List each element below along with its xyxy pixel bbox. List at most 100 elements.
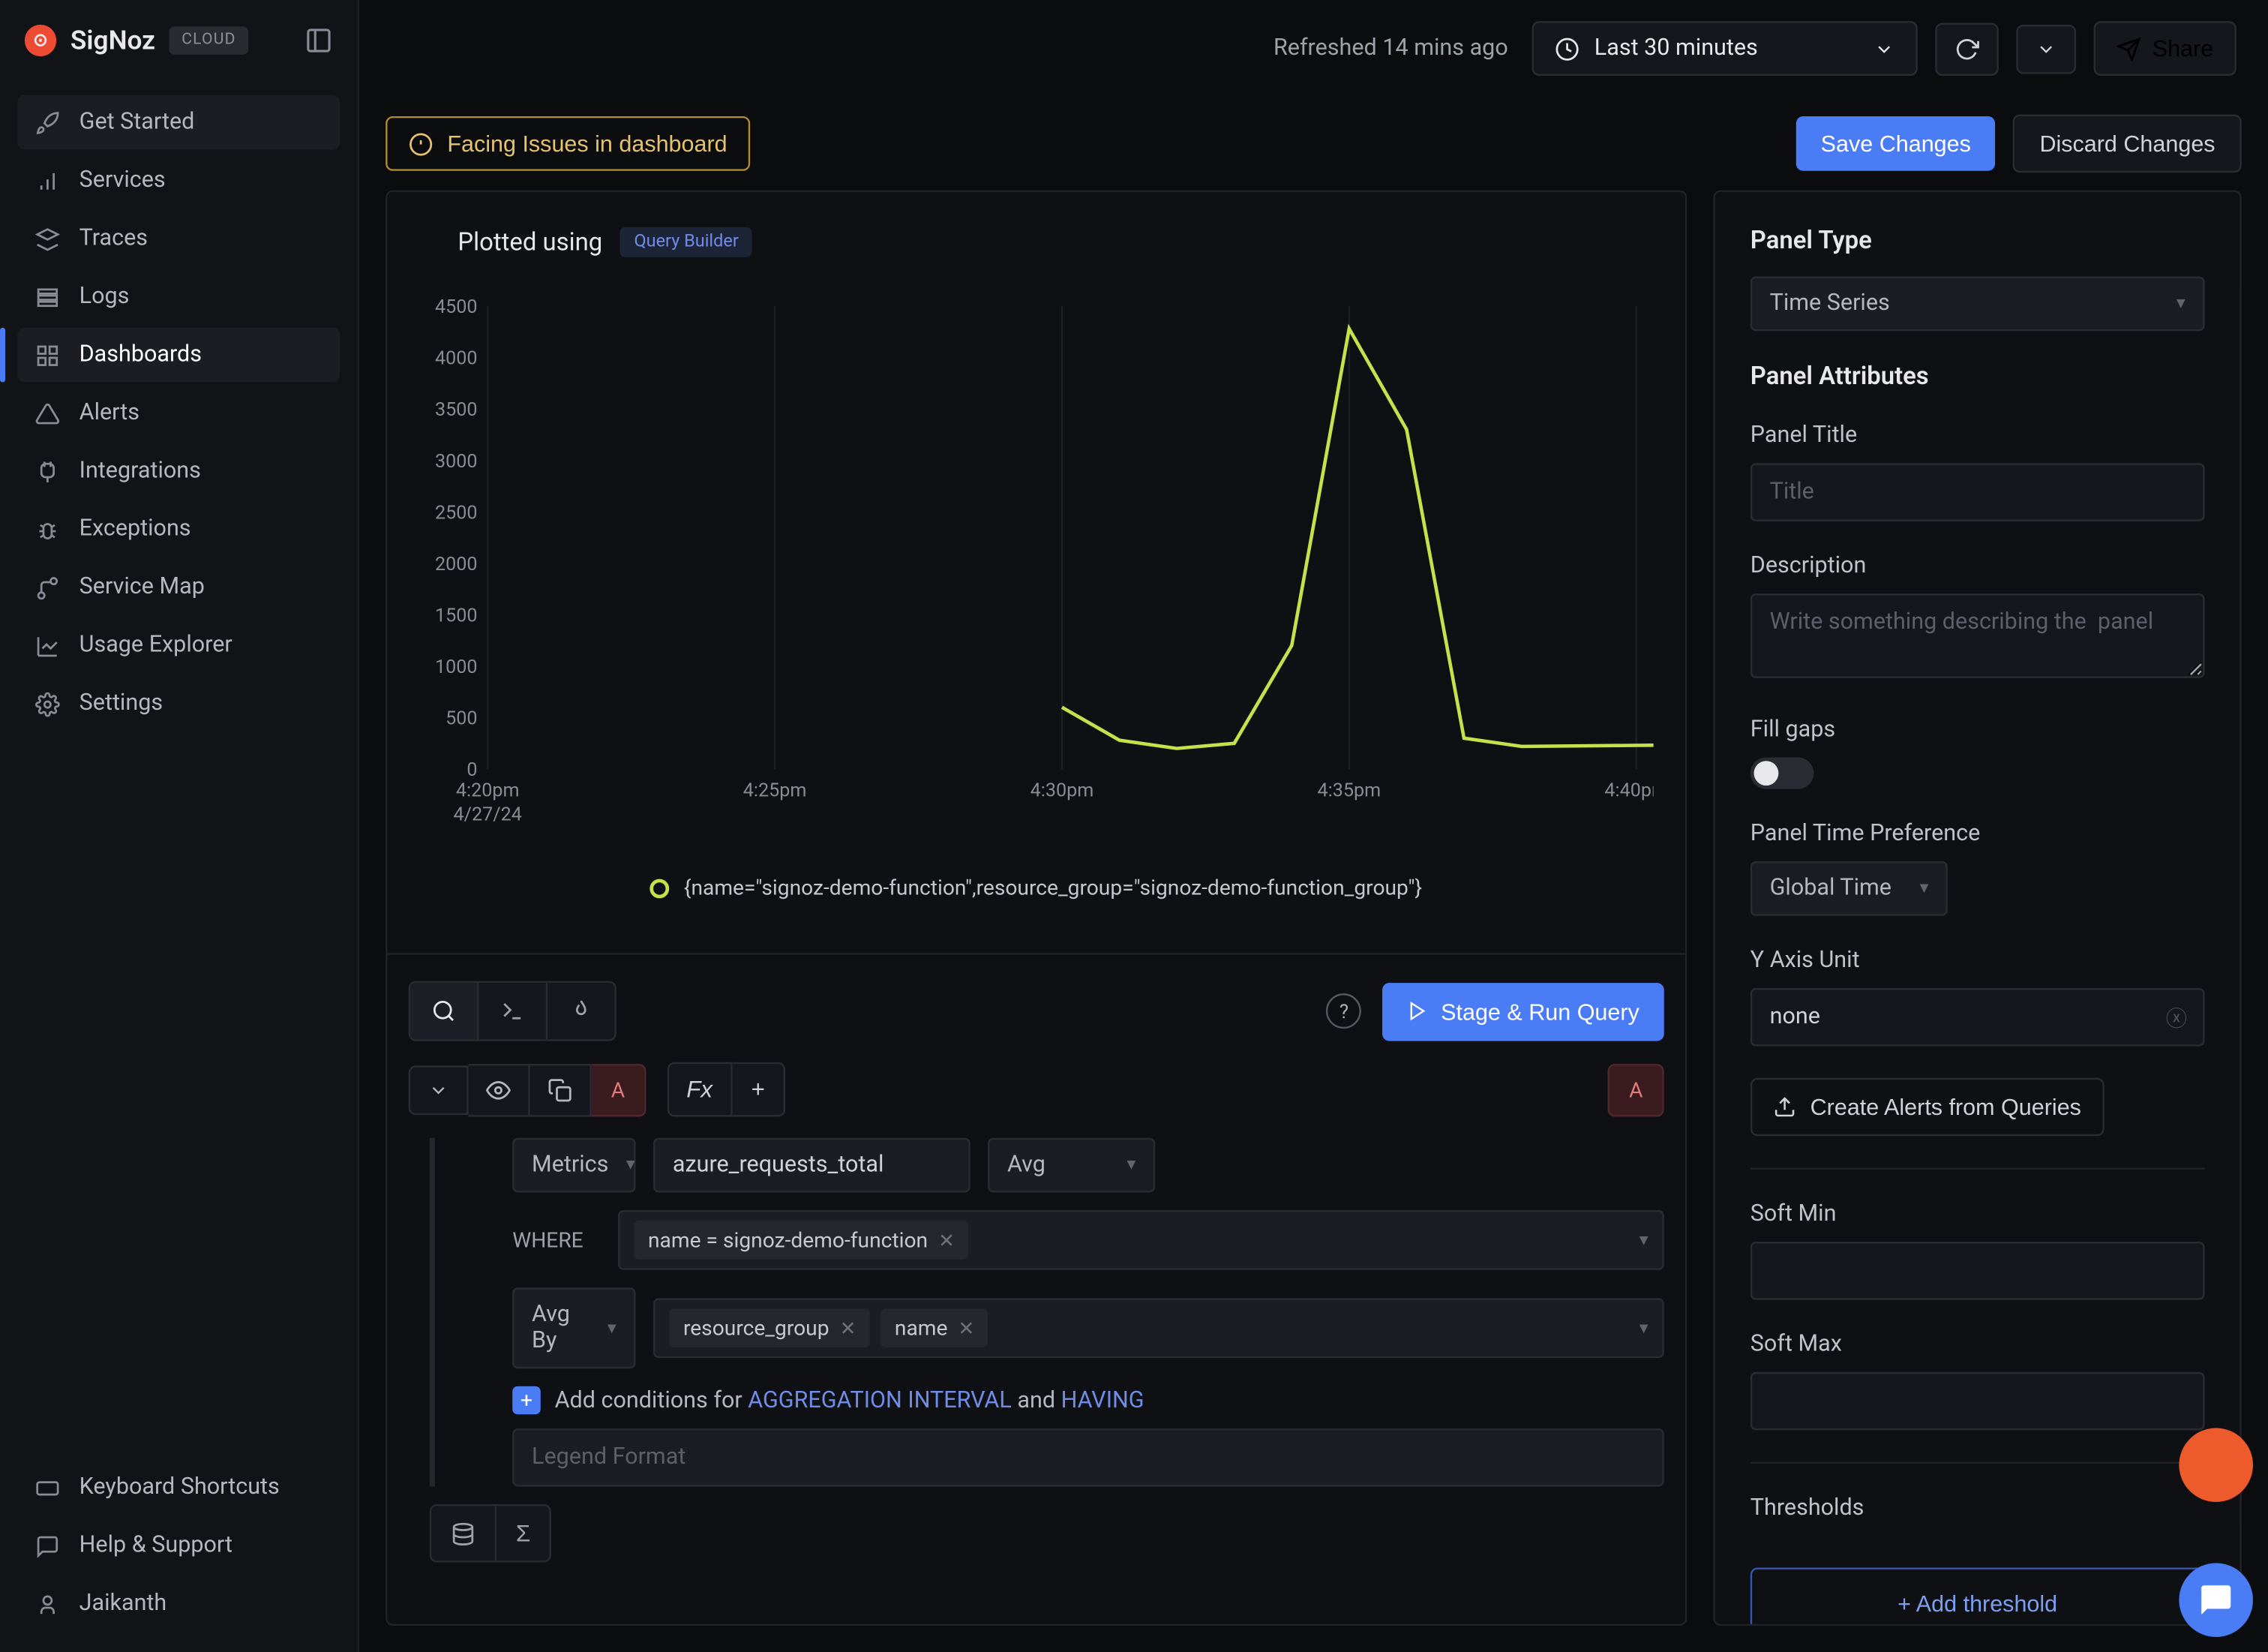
copy-query-button[interactable] — [530, 1064, 592, 1116]
add-conditions-row: + Add conditions for AGGREGATION INTERVA… — [512, 1386, 1664, 1415]
nav-label: Jaikanth — [80, 1590, 167, 1617]
panel-title-input[interactable] — [1750, 463, 2205, 521]
sidebar-item-traces[interactable]: Traces — [17, 212, 340, 266]
route-icon — [35, 575, 60, 600]
metrics-label: Metrics — [532, 1152, 608, 1179]
add-threshold-button[interactable]: + Add threshold — [1750, 1568, 2205, 1626]
y-axis-unit-input[interactable] — [1750, 988, 2205, 1046]
group-by-input[interactable]: resource_group ✕ name ✕ ▾ — [653, 1299, 1664, 1359]
soft-min-input[interactable] — [1750, 1242, 2205, 1299]
where-label: WHERE — [512, 1228, 600, 1253]
nav-label: Logs — [80, 284, 130, 310]
sidebar-item-settings[interactable]: Settings — [17, 677, 340, 731]
facing-issues-button[interactable]: Facing Issues in dashboard — [386, 116, 750, 171]
sidebar-item-help-support[interactable]: Help & Support — [17, 1518, 340, 1573]
fill-gaps-toggle[interactable] — [1750, 758, 1814, 789]
svg-text:3500: 3500 — [435, 399, 477, 421]
save-changes-button[interactable]: Save Changes — [1796, 116, 1996, 171]
legend-marker-icon — [650, 879, 670, 898]
sidebar-item-logs[interactable]: Logs — [17, 269, 340, 324]
remove-chip-icon[interactable]: ✕ — [938, 1229, 955, 1252]
floating-action-button[interactable] — [2179, 1428, 2253, 1502]
panel-type-title: Panel Type — [1750, 227, 2205, 256]
sidebar-item-exceptions[interactable]: Exceptions — [17, 502, 340, 557]
keyboard-icon — [35, 1475, 60, 1500]
metrics-type-dropdown[interactable]: Metrics ▾ — [512, 1138, 635, 1193]
add-formula-button[interactable]: Σ — [496, 1506, 550, 1561]
sidebar-item-keyboard-shortcuts[interactable]: Keyboard Shortcuts — [17, 1460, 340, 1515]
time-range-label: Last 30 minutes — [1594, 35, 1758, 62]
chart-icon — [35, 633, 60, 658]
sidebar-item-integrations[interactable]: Integrations — [17, 444, 340, 499]
aggregation-interval-link[interactable]: AGGREGATION INTERVAL — [748, 1388, 1012, 1414]
tab-query-builder[interactable] — [410, 984, 479, 1040]
svg-text:4000: 4000 — [435, 348, 477, 370]
svg-text:3000: 3000 — [435, 451, 477, 473]
sidebar-item-service-map[interactable]: Service Map — [17, 560, 340, 615]
group-by-dropdown[interactable]: Avg By ▾ — [512, 1288, 635, 1369]
time-preference-select[interactable]: Global Time ▾ — [1750, 861, 1948, 916]
description-label: Description — [1750, 553, 2205, 579]
nav-label: Dashboards — [80, 341, 202, 368]
clear-icon[interactable]: ⓧ — [2166, 1002, 2187, 1032]
panel-type-select[interactable]: Time Series ▾ — [1750, 277, 2205, 332]
description-textarea[interactable] — [1750, 593, 2205, 678]
groupby-chip-text: name — [895, 1316, 948, 1341]
add-function-button[interactable]: + — [732, 1062, 786, 1117]
soft-max-label: Soft Max — [1750, 1332, 2205, 1358]
remove-chip-icon[interactable]: ✕ — [958, 1317, 975, 1341]
create-alerts-button[interactable]: Create Alerts from Queries — [1750, 1078, 2104, 1136]
send-icon — [2117, 36, 2142, 61]
legend-format-input[interactable] — [512, 1429, 1664, 1487]
terminal-icon — [500, 999, 525, 1024]
having-link[interactable]: HAVING — [1061, 1388, 1144, 1414]
legend-text: {name="signoz-demo-function",resource_gr… — [684, 876, 1422, 901]
function-button[interactable]: Fx — [667, 1062, 731, 1117]
sidebar-item-usage-explorer[interactable]: Usage Explorer — [17, 618, 340, 673]
toggle-visibility-button[interactable] — [469, 1064, 530, 1116]
aggregation-dropdown[interactable]: Avg ▾ — [988, 1138, 1155, 1193]
sidebar-item-user-profile[interactable]: Jaikanth — [17, 1576, 340, 1631]
svg-text:4:30pm: 4:30pm — [1030, 780, 1094, 802]
where-conditions-input[interactable]: name = signoz-demo-function ✕ ▾ — [618, 1211, 1664, 1271]
create-alerts-label: Create Alerts from Queries — [1810, 1094, 2081, 1120]
svg-text:500: 500 — [446, 708, 477, 730]
soft-max-input[interactable] — [1750, 1372, 2205, 1430]
stage-run-button[interactable]: Stage & Run Query — [1383, 983, 1664, 1041]
cloud-badge: CLOUD — [170, 26, 248, 55]
nav-label: Keyboard Shortcuts — [80, 1474, 280, 1500]
metric-name-input[interactable]: azure_requests_total — [653, 1138, 970, 1193]
time-series-chart: 0500100015002000250030003500400045004:20… — [419, 289, 1654, 855]
sidebar-item-get-started[interactable]: Get Started — [17, 95, 340, 150]
nav-label: Get Started — [80, 110, 195, 136]
svg-text:4:35pm: 4:35pm — [1318, 780, 1382, 802]
chat-widget-button[interactable] — [2179, 1563, 2253, 1637]
bar-chart-icon — [35, 168, 60, 193]
svg-text:1000: 1000 — [435, 656, 477, 678]
tab-clickhouse[interactable] — [479, 984, 548, 1040]
plus-icon[interactable]: + — [512, 1386, 541, 1415]
help-button[interactable]: ? — [1327, 994, 1362, 1029]
refresh-button[interactable] — [1936, 22, 2000, 74]
time-range-picker[interactable]: Last 30 minutes — [1533, 21, 1918, 76]
share-button[interactable]: Share — [2094, 21, 2236, 76]
tab-promql[interactable] — [548, 984, 614, 1040]
nav-label: Service Map — [80, 574, 205, 600]
sidebar-item-dashboards[interactable]: Dashboards — [17, 328, 340, 383]
collapse-query-button[interactable] — [409, 1065, 469, 1115]
groupby-chip: resource_group ✕ — [669, 1309, 870, 1348]
discard-changes-button[interactable]: Discard Changes — [2013, 115, 2242, 173]
sidebar-collapse-icon[interactable] — [304, 26, 333, 55]
sidebar-item-services[interactable]: Services — [17, 153, 340, 208]
flame-icon — [568, 999, 593, 1024]
refresh-options-button[interactable] — [2017, 24, 2077, 74]
bug-icon — [35, 517, 60, 542]
where-chip-text: name = signoz-demo-function — [648, 1228, 928, 1253]
add-query-button[interactable] — [431, 1506, 496, 1561]
remove-chip-icon[interactable]: ✕ — [840, 1317, 856, 1341]
query-letter-badge[interactable]: A — [592, 1064, 646, 1116]
sidebar-item-alerts[interactable]: Alerts — [17, 386, 340, 440]
fill-gaps-label: Fill gaps — [1750, 717, 2205, 743]
eye-icon — [486, 1077, 511, 1102]
gear-icon — [35, 692, 60, 716]
